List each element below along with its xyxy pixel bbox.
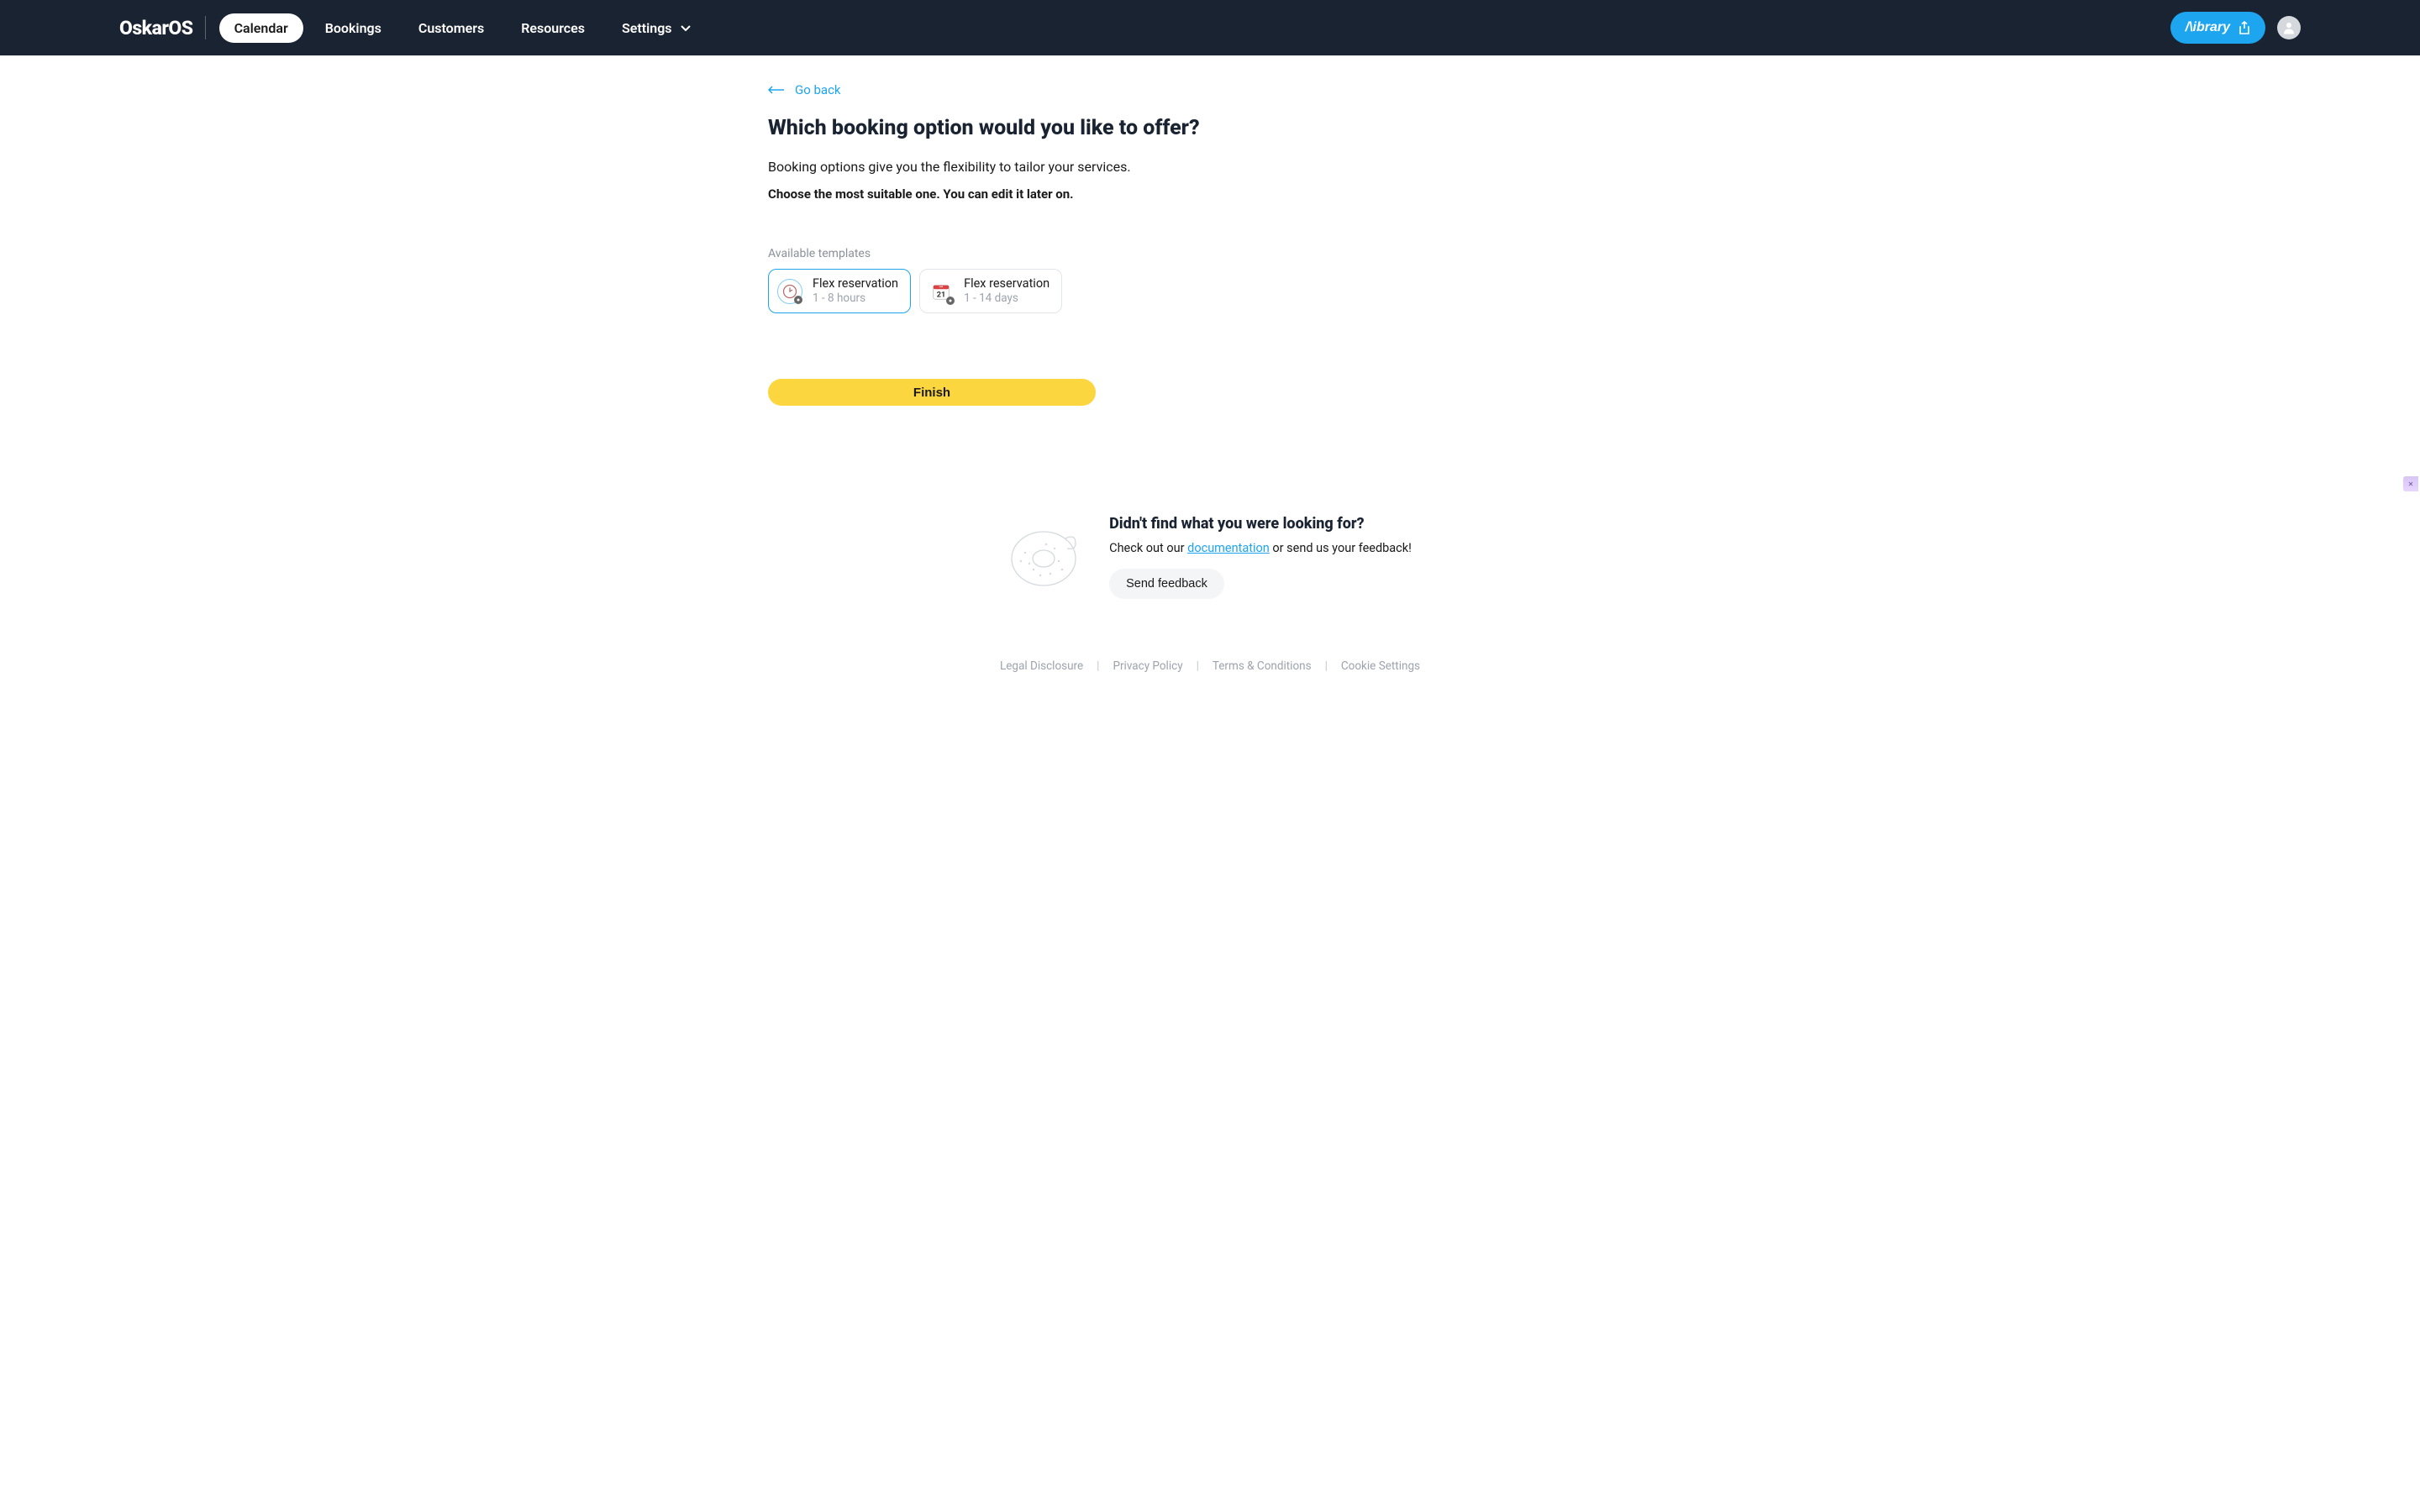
main-nav: Calendar Bookings Customers Resources Se… [219,13,706,43]
help-content: Didn't find what you were looking for? C… [1109,515,1412,599]
nav-customers[interactable]: Customers [403,13,499,43]
beacon-widget[interactable]: ✕ [2403,476,2418,491]
finish-button[interactable]: Finish [768,379,1096,406]
section-label: Available templates [768,247,1652,260]
nav-settings-label: Settings [622,20,672,36]
gear-icon [945,296,955,306]
go-back-label: Go back [795,82,841,97]
share-icon [2238,21,2250,34]
nav-resources[interactable]: Resources [506,13,600,43]
donut-icon [1008,523,1084,591]
template-text: Flex reservation 1 - 8 hours [813,276,898,306]
logo[interactable]: OskarOS [119,17,205,39]
help-text-suffix: or send us your feedback! [1270,541,1412,555]
footer-links: Legal Disclosure | Privacy Policy | Term… [0,659,2420,673]
go-back-link[interactable]: Go back [768,82,841,97]
avatar[interactable] [2277,16,2301,39]
template-desc: 1 - 8 hours [813,291,898,306]
footer-terms-conditions[interactable]: Terms & Conditions [1213,659,1312,673]
footer-legal-disclosure[interactable]: Legal Disclosure [1000,659,1083,673]
clock-icon [777,279,802,304]
chevron-down-icon [681,25,691,31]
main-header: OskarOS Calendar Bookings Customers Reso… [0,0,2420,55]
nav-settings[interactable]: Settings [607,13,706,43]
help-text-prefix: Check out our [1109,541,1187,555]
template-card-hours[interactable]: Flex reservation 1 - 8 hours [768,269,911,313]
send-feedback-button[interactable]: Send feedback [1109,569,1224,599]
template-card-days[interactable]: MAR 21 Flex reservation 1 - 14 days [919,269,1062,313]
library-button[interactable]: /\ibrary [2170,12,2265,44]
header-left: OskarOS Calendar Bookings Customers Reso… [20,13,706,43]
gear-icon [793,295,803,305]
nav-bookings[interactable]: Bookings [310,13,397,43]
documentation-link[interactable]: documentation [1187,541,1270,555]
footer-sep: | [1197,659,1199,673]
footer-sep: | [1097,659,1099,673]
template-text: Flex reservation 1 - 14 days [964,276,1050,306]
page-subtitle: Booking options give you the flexibility… [768,159,1652,175]
template-desc: 1 - 14 days [964,291,1050,306]
library-label: /\ibrary [2186,20,2230,35]
svg-text:MAR: MAR [939,286,944,288]
calendar-icon: MAR 21 [929,279,954,304]
header-divider [205,16,206,39]
footer-privacy-policy[interactable]: Privacy Policy [1113,659,1182,673]
arrow-left-icon [768,86,785,94]
templates-list: Flex reservation 1 - 8 hours MAR 21 Flex [768,269,1652,313]
svg-text:21: 21 [937,291,946,299]
choose-hint: Choose the most suitable one. You can ed… [768,186,1652,202]
template-name: Flex reservation [813,276,898,291]
main-container: Go back Which booking option would you l… [748,55,1672,406]
avatar-icon [2281,20,2296,35]
footer-cookie-settings[interactable]: Cookie Settings [1341,659,1420,673]
template-name: Flex reservation [964,276,1050,291]
page-title: Which booking option would you like to o… [768,116,1652,140]
help-title: Didn't find what you were looking for? [1109,515,1412,533]
help-section: Didn't find what you were looking for? C… [0,515,2420,599]
help-text: Check out our documentation or send us y… [1109,541,1412,555]
footer-sep: | [1325,659,1328,673]
nav-calendar[interactable]: Calendar [219,13,303,43]
header-right: /\ibrary [2170,12,2301,44]
